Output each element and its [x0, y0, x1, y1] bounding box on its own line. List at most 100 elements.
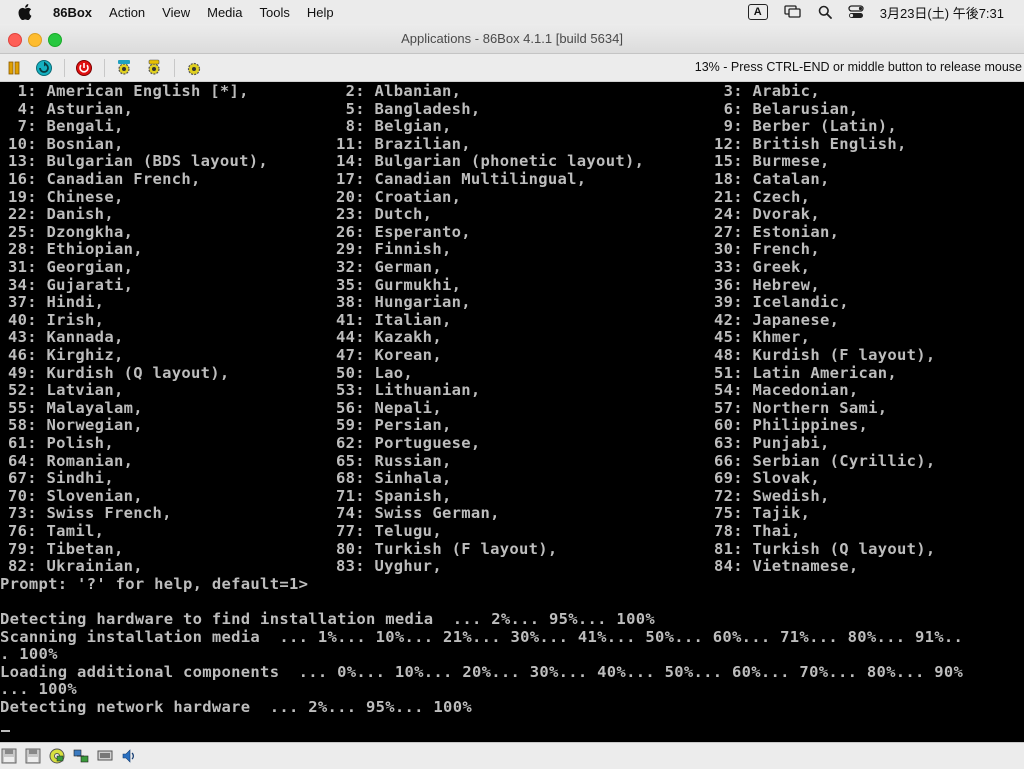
text-cursor: [1, 729, 10, 732]
keyboard-layout-option: 27: Estonian,: [714, 222, 840, 241]
control-center-icon[interactable]: [848, 5, 864, 19]
status-bar: [0, 742, 1024, 769]
keyboard-layout-option: 18: Catalan,: [714, 170, 830, 188]
console-log-line: Loading additional components ... 0%... …: [0, 662, 964, 681]
menu-app-name[interactable]: 86Box: [53, 5, 92, 20]
keyboard-layout-option: 37: Hindi,: [8, 293, 105, 312]
keyboard-layout-row: 49: Kurdish (Q layout), 50: Lao, 51: Latin…: [0, 364, 1024, 382]
keyboard-layout-row: 13: Bulgarian (BDS layout), 14: Bulgarian…: [0, 152, 1024, 170]
window-titlebar[interactable]: Applications - 86Box 4.1.1 [build 5634]: [0, 24, 1024, 54]
keyboard-layout-option: 68: Sinhala,: [336, 469, 452, 488]
keyboard-layout-option: 6: Belarusian,: [714, 99, 859, 118]
keyboard-layout-option: 56: Nepali,: [336, 398, 442, 417]
input-source-icon[interactable]: A: [747, 4, 768, 20]
keyboard-layout-option: 26: Esperanto,: [336, 222, 471, 241]
keyboard-layout-row: 40: Irish, 41: Italian, 42: Japanese,: [0, 311, 1024, 329]
console-log-line: . 100%: [0, 645, 58, 664]
keyboard-layout-option: 70: Slovenian,: [8, 486, 143, 505]
reset-icon[interactable]: [34, 58, 54, 78]
keyboard-layout-option: 24: Dvorak,: [714, 205, 820, 224]
keyboard-layout-option: 73: Swiss French,: [8, 504, 172, 523]
keyboard-layout-option: 40: Irish,: [8, 310, 105, 329]
keyboard-layout-option: 79: Tibetan,: [8, 539, 124, 558]
keyboard-layout-option: 4: Asturian,: [8, 99, 134, 118]
toolbar-separator: [174, 59, 175, 77]
display-icon[interactable]: [96, 747, 114, 765]
ctrl-alt-esc-icon[interactable]: [184, 58, 204, 78]
keyboard-layout-option: 46: Kirghiz,: [8, 346, 124, 364]
toolbar-separator: [104, 59, 105, 77]
keyboard-layout-option: 15: Burmese,: [714, 152, 830, 171]
spotlight-search-icon[interactable]: [818, 5, 832, 19]
emulator-screen[interactable]: 1: American English [*], 2: Albanian, 3:…: [0, 82, 1024, 742]
keyboard-layout-option: 43: Kannada,: [8, 328, 124, 347]
settings-icon[interactable]: [114, 58, 134, 78]
sound-icon[interactable]: [120, 747, 138, 765]
keyboard-layout-option: 83: Uyghur,: [336, 557, 442, 576]
network-icon[interactable]: [72, 747, 90, 765]
keyboard-layout-option: 39: Icelandic,: [714, 293, 849, 312]
ctrl-alt-del-icon[interactable]: [144, 58, 164, 78]
keyboard-layout-option: 32: German,: [336, 258, 442, 276]
keyboard-layout-option: 1: American English [*],: [8, 82, 249, 100]
keyboard-layout-option: 8: Belgian,: [336, 117, 452, 136]
keyboard-layout-option: 77: Telugu,: [336, 522, 442, 540]
floppy-icon[interactable]: [0, 747, 18, 765]
keyboard-layout-option: 5: Bangladesh,: [336, 99, 481, 118]
menubar-clock[interactable]: 3月23日(土) 午後7:31: [880, 3, 1004, 22]
menu-help[interactable]: Help: [307, 5, 334, 20]
keyboard-layout-option: 38: Hungarian,: [336, 293, 471, 312]
floppy-2-icon[interactable]: [24, 747, 42, 765]
keyboard-layout-option: 41: Italian,: [336, 310, 452, 329]
console-log-line: Scanning installation media ... 1%... 10…: [0, 627, 964, 646]
console-log-line: Detecting network hardware ... 2%... 95%…: [0, 698, 472, 716]
keyboard-layout-option: 49: Kurdish (Q layout),: [8, 363, 230, 382]
keyboard-layout-row: 7: Bengali, 8: Belgian, 9: Berber (Latin…: [0, 117, 1024, 135]
keyboard-layout-option: 16: Canadian French,: [8, 170, 201, 188]
keyboard-layout-row: 4: Asturian, 5: Bangladesh, 6: Belarusia…: [0, 100, 1024, 118]
keyboard-layout-option: 7: Bengali,: [8, 117, 124, 136]
keyboard-layout-option: 23: Dutch,: [336, 205, 433, 224]
keyboard-layout-row: 34: Gujarati, 35: Gurmukhi, 36: Hebrew,: [0, 276, 1024, 294]
keyboard-layout-option: 63: Punjabi,: [714, 434, 830, 452]
menu-media[interactable]: Media: [207, 5, 242, 20]
keyboard-layout-row: 52: Latvian, 53: Lithuanian, 54: Macedonia…: [0, 381, 1024, 399]
keyboard-layout-option: 74: Swiss German,: [336, 504, 500, 523]
keyboard-layout-option: 33: Greek,: [714, 258, 811, 276]
keyboard-layout-option: 29: Finnish,: [336, 240, 452, 259]
keyboard-layout-row: 25: Dzongkha, 26: Esperanto, 27: Estonian,: [0, 223, 1024, 241]
screen-mirroring-icon[interactable]: [784, 5, 802, 19]
keyboard-layout-option: 61: Polish,: [8, 434, 114, 452]
keyboard-layout-option: 34: Gujarati,: [8, 275, 134, 294]
cdrom-icon[interactable]: [48, 747, 66, 765]
menu-view[interactable]: View: [162, 5, 190, 20]
toolbar-separator: [64, 59, 65, 77]
console-prompt: Prompt: '?' for help, default=1>: [0, 574, 309, 593]
keyboard-layout-row: 19: Chinese, 20: Croatian, 21: Czech,: [0, 188, 1024, 206]
keyboard-layout-option: 52: Latvian,: [8, 381, 124, 400]
keyboard-layout-option: 53: Lithuanian,: [336, 381, 481, 400]
keyboard-layout-option: 57: Northern Sami,: [714, 398, 888, 417]
keyboard-layout-option: 84: Vietnamese,: [714, 557, 859, 576]
keyboard-layout-option: 51: Latin American,: [714, 363, 898, 382]
keyboard-layout-option: 71: Spanish,: [336, 486, 452, 505]
keyboard-layout-option: 55: Malayalam,: [8, 398, 143, 417]
keyboard-layout-option: 75: Tajik,: [714, 504, 811, 523]
keyboard-layout-option: 64: Romanian,: [8, 451, 134, 470]
pause-icon[interactable]: [4, 58, 24, 78]
apple-menu-icon[interactable]: [18, 4, 36, 20]
menu-tools[interactable]: Tools: [260, 5, 290, 20]
keyboard-layout-option: 72: Swedish,: [714, 486, 830, 505]
menu-action[interactable]: Action: [109, 5, 145, 20]
keyboard-layout-option: 11: Brazilian,: [336, 134, 471, 153]
keyboard-layout-option: 80: Turkish (F layout),: [336, 539, 558, 558]
keyboard-layout-row: 31: Georgian, 32: German, 33: Greek,: [0, 258, 1024, 276]
keyboard-layout-option: 10: Bosnian,: [8, 134, 124, 153]
menu-bar: 86Box Action View Media Tools Help A 3月2…: [0, 0, 1024, 24]
emulator-toolbar: 13% - Press CTRL-END or middle button to…: [0, 54, 1024, 82]
power-icon[interactable]: [74, 58, 94, 78]
keyboard-layout-row: 73: Swiss French, 74: Swiss German, 75: Ta…: [0, 504, 1024, 522]
keyboard-layout-option: 36: Hebrew,: [714, 275, 820, 294]
keyboard-layout-row: 55: Malayalam, 56: Nepali, 57: Northern Sa…: [0, 399, 1024, 417]
window-title: Applications - 86Box 4.1.1 [build 5634]: [401, 31, 623, 46]
